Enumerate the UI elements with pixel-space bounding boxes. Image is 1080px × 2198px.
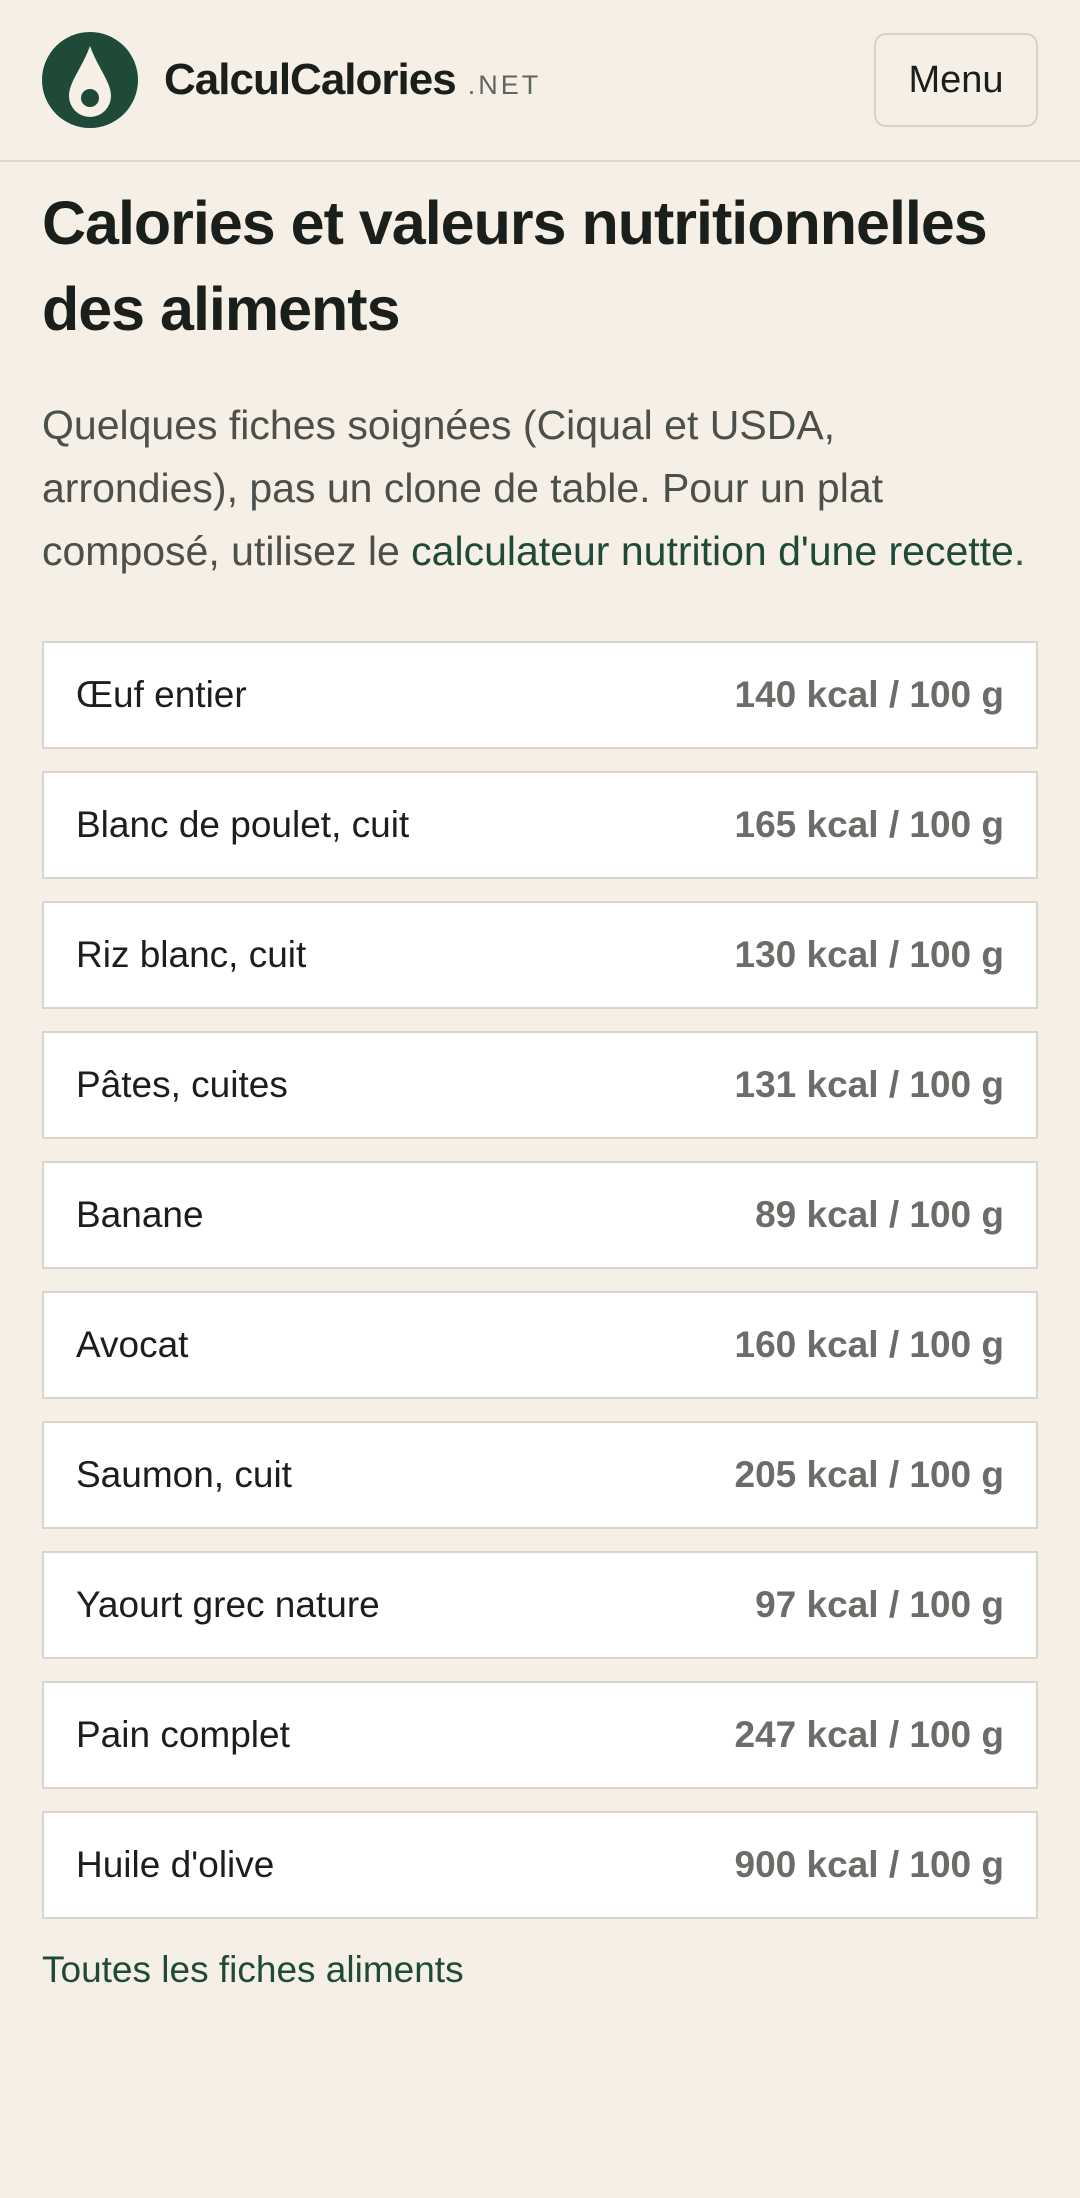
menu-button[interactable]: Menu — [874, 33, 1038, 127]
main-content: Calories et valeurs nutritionnelles des … — [0, 180, 1080, 1991]
brand-link[interactable]: CalculCalories .NET — [42, 32, 541, 128]
all-foods-link[interactable]: Toutes les fiches aliments — [42, 1949, 1038, 1991]
food-row-saumon[interactable]: Saumon, cuit 205 kcal / 100 g — [42, 1421, 1038, 1529]
brand-wordmark: CalculCalories .NET — [164, 55, 541, 105]
page-title: Calories et valeurs nutritionnelles des … — [42, 189, 988, 343]
food-kcal: 140 kcal / 100 g — [734, 674, 1004, 715]
food-row-avocat[interactable]: Avocat 160 kcal / 100 g — [42, 1291, 1038, 1399]
food-name: Yaourt grec nature — [76, 1584, 380, 1625]
food-kcal: 247 kcal / 100 g — [734, 1714, 1004, 1755]
food-name: Œuf entier — [76, 674, 247, 715]
food-kcal: 900 kcal / 100 g — [734, 1844, 1004, 1885]
food-kcal: 160 kcal / 100 g — [734, 1324, 1004, 1365]
recipe-calculator-link[interactable]: calculateur nutrition d'une recette — [411, 528, 1014, 574]
food-name: Blanc de poulet, cuit — [76, 804, 410, 845]
food-name: Pâtes, cuites — [76, 1064, 288, 1105]
food-row-oeuf[interactable]: Œuf entier 140 kcal / 100 g — [42, 641, 1038, 749]
food-row-banane[interactable]: Banane 89 kcal / 100 g — [42, 1161, 1038, 1269]
food-name: Huile d'olive — [76, 1844, 275, 1885]
brand-name: CalculCalories — [164, 55, 457, 104]
food-row-yaourt[interactable]: Yaourt grec nature 97 kcal / 100 g — [42, 1551, 1038, 1659]
food-row-pates[interactable]: Pâtes, cuites 131 kcal / 100 g — [42, 1031, 1038, 1139]
intro-end: . — [1013, 528, 1026, 574]
food-kcal: 97 kcal / 100 g — [755, 1584, 1004, 1625]
food-name: Avocat — [76, 1324, 189, 1365]
food-name: Banane — [76, 1194, 204, 1235]
food-row-huile[interactable]: Huile d'olive 900 kcal / 100 g — [42, 1811, 1038, 1919]
food-row-riz[interactable]: Riz blanc, cuit 130 kcal / 100 g — [42, 901, 1038, 1009]
food-name: Saumon, cuit — [76, 1454, 292, 1495]
site-header: CalculCalories .NET Menu — [0, 0, 1080, 162]
food-row-pain[interactable]: Pain complet 247 kcal / 100 g — [42, 1681, 1038, 1789]
food-name: Pain complet — [76, 1714, 290, 1755]
brand-tld: .NET — [467, 70, 542, 100]
drop-logo-icon — [42, 32, 138, 128]
food-list: Œuf entier 140 kcal / 100 g Blanc de pou… — [42, 641, 1038, 1919]
food-kcal: 205 kcal / 100 g — [734, 1454, 1004, 1495]
food-kcal: 89 kcal / 100 g — [755, 1194, 1004, 1235]
intro-paragraph: Quelques fiches soignées (Ciqual et USDA… — [42, 394, 1038, 583]
food-kcal: 131 kcal / 100 g — [734, 1064, 1004, 1105]
food-kcal: 165 kcal / 100 g — [734, 804, 1004, 845]
food-row-poulet[interactable]: Blanc de poulet, cuit 165 kcal / 100 g — [42, 771, 1038, 879]
food-name: Riz blanc, cuit — [76, 934, 307, 975]
food-kcal: 130 kcal / 100 g — [734, 934, 1004, 975]
